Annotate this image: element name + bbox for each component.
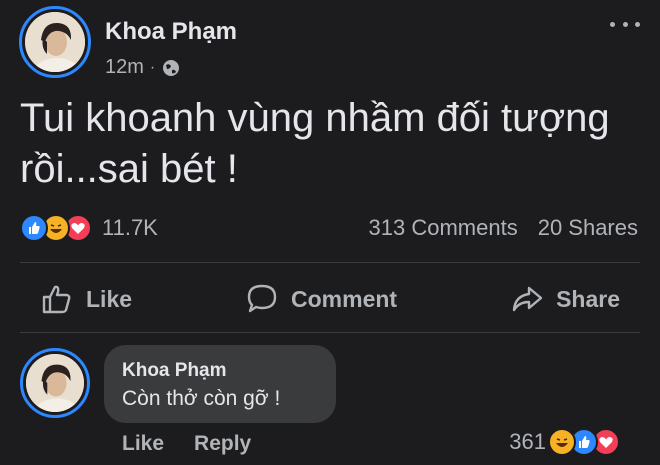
comment-text: Còn thở còn gỡ ! <box>122 387 281 410</box>
comment-reply-button[interactable]: Reply <box>194 432 251 456</box>
thumbs-up-icon <box>42 285 71 314</box>
shares-count[interactable]: 20 Shares <box>538 215 638 241</box>
reaction-count[interactable]: 11.7K <box>102 215 158 241</box>
facebook-post: Khoa Phạm 12m · Tui khoanh vùng nhầm đối… <box>0 0 660 465</box>
avatar-image <box>25 12 85 72</box>
like-button[interactable]: Like <box>20 282 152 316</box>
share-label: Share <box>556 285 620 312</box>
avatar-illustration <box>26 354 84 412</box>
comment-bubble: Khoa Phạm Còn thở còn gỡ ! <box>104 345 336 423</box>
post-meta: 12m · <box>105 56 181 79</box>
author-name[interactable]: Khoa Phạm <box>105 18 237 46</box>
comment-label: Comment <box>291 285 398 312</box>
comment-actions: Like Reply <box>122 432 251 456</box>
more-dot-icon <box>622 21 628 27</box>
globe-icon <box>163 59 180 76</box>
avatar-image <box>26 354 84 412</box>
like-reaction-icon <box>20 214 48 242</box>
more-dot-icon <box>635 21 640 27</box>
author-avatar[interactable] <box>19 6 91 78</box>
divider <box>20 332 640 333</box>
post-time[interactable]: 12m <box>105 56 144 79</box>
action-bar: Like Comment Share <box>20 272 640 326</box>
post-text: Tui khoanh vùng nhầm đối tượng rồi...sai… <box>20 96 610 191</box>
comment-icon <box>247 284 277 313</box>
post-stats: 11.7K 313 Comments 20 Shares <box>20 210 638 246</box>
share-button[interactable]: Share <box>490 282 640 316</box>
comment-author-avatar[interactable] <box>20 348 90 418</box>
more-dot-icon <box>610 21 615 27</box>
post-header: Khoa Phạm 12m · <box>17 4 660 79</box>
comment-reactions[interactable]: 361 <box>509 428 620 456</box>
divider <box>20 262 640 263</box>
comments-count[interactable]: 313 Comments <box>369 215 518 241</box>
comment-author[interactable]: Khoa Phạm <box>122 359 318 383</box>
more-options-button[interactable] <box>610 14 640 34</box>
like-label: Like <box>86 285 133 312</box>
reaction-icons[interactable] <box>20 214 92 242</box>
comment-reaction-count: 361 <box>509 429 546 454</box>
avatar-illustration <box>25 12 85 72</box>
meta-separator: · <box>149 58 156 76</box>
share-icon <box>512 286 543 312</box>
comment-like-button[interactable]: Like <box>122 432 164 456</box>
haha-reaction-icon <box>548 428 576 456</box>
comment-button[interactable]: Comment <box>225 282 417 316</box>
